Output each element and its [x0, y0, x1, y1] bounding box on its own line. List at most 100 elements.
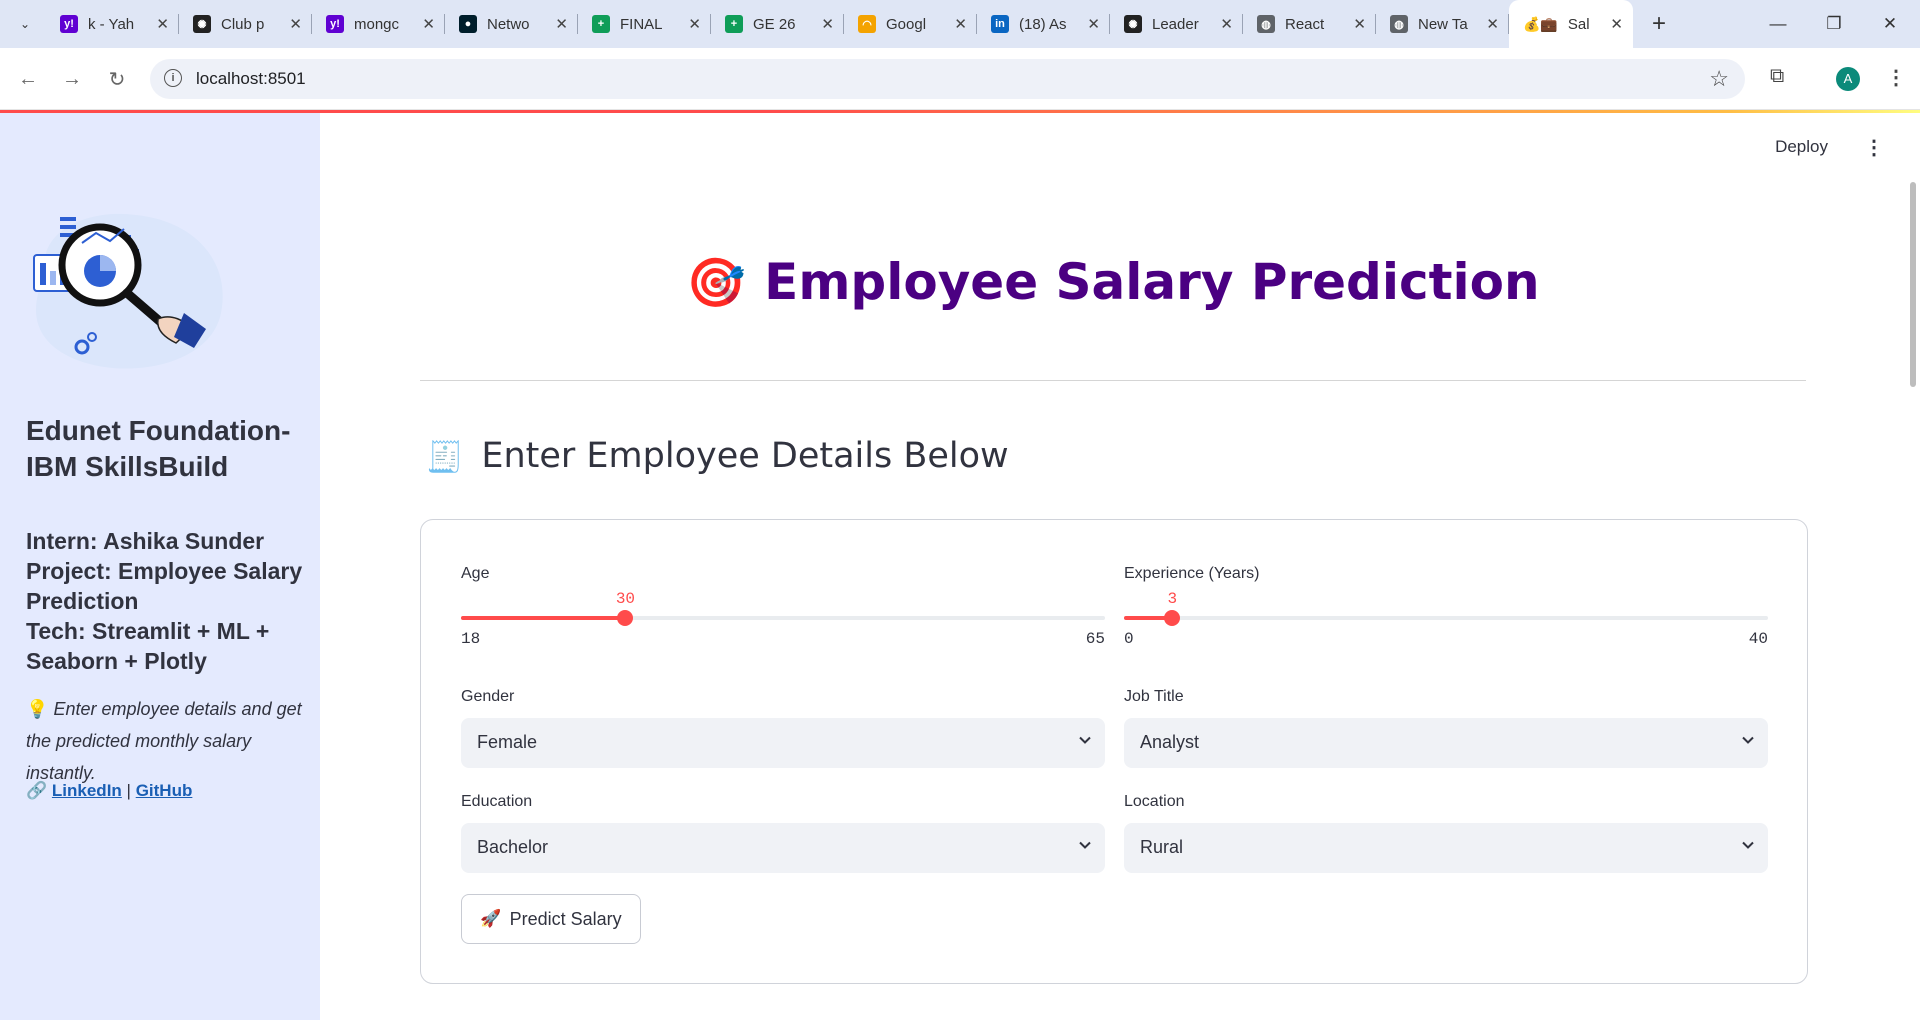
tab-7[interactable]: in (18) As ✕ — [977, 0, 1110, 48]
profile-avatar[interactable]: A — [1836, 67, 1860, 91]
tab-9[interactable]: ◍ React ✕ — [1243, 0, 1376, 48]
tab-title: Club p — [221, 15, 265, 33]
github-link[interactable]: GitHub — [136, 781, 193, 800]
address-bar[interactable]: i localhost:8501 ☆ — [150, 59, 1745, 99]
close-icon[interactable]: ✕ — [1087, 15, 1100, 33]
tab-title: Googl — [886, 15, 927, 33]
close-window-button[interactable]: ✕ — [1862, 0, 1918, 48]
tab-4[interactable]: + FINAL ✕ — [578, 0, 711, 48]
minimize-button[interactable]: — — [1750, 0, 1806, 48]
tab-0[interactable]: y! k - Yah ✕ — [46, 0, 179, 48]
chevron-down-icon — [1079, 841, 1091, 849]
age-slider-min: 18 — [461, 630, 481, 648]
browser-toolbar: ← → ↻ i localhost:8501 ☆ ⧉ ⋮ — [0, 48, 1920, 110]
openai-icon: ✺ — [1124, 15, 1142, 33]
rainbow-icon: ◠ — [858, 15, 876, 33]
experience-slider-track[interactable] — [1124, 610, 1768, 626]
age-slider-track[interactable] — [461, 610, 1105, 626]
tab-2[interactable]: y! mongc ✕ — [312, 0, 445, 48]
education-select[interactable]: Bachelor — [461, 823, 1105, 873]
section-subheader: 🧾 Enter Employee Details Below — [426, 436, 1009, 476]
close-icon[interactable]: ✕ — [555, 15, 568, 33]
tab-10[interactable]: ◍ New Ta ✕ — [1376, 0, 1509, 48]
close-icon[interactable]: ✕ — [1220, 15, 1233, 33]
tab-5[interactable]: + GE 26 ✕ — [711, 0, 844, 48]
sidebar-links: 🔗 LinkedIn | GitHub — [26, 781, 192, 801]
browser-menu-icon[interactable]: ⋮ — [1886, 65, 1906, 90]
age-slider-thumb[interactable] — [617, 610, 634, 626]
close-icon[interactable]: ✕ — [954, 15, 967, 33]
tab-title: Netwo — [487, 15, 530, 33]
forward-button[interactable]: → — [58, 65, 86, 93]
job-title-label: Job Title — [1124, 688, 1184, 705]
tab-title: New Ta — [1418, 15, 1468, 33]
job-title-select-value: Analyst — [1140, 732, 1200, 752]
site-info-icon[interactable]: i — [164, 69, 182, 87]
close-icon[interactable]: ✕ — [422, 15, 435, 33]
close-icon[interactable]: ✕ — [1353, 15, 1366, 33]
url-text[interactable]: localhost:8501 — [196, 69, 306, 89]
page-title: 🎯 Employee Salary Prediction — [420, 253, 1806, 311]
globe-icon: ◍ — [1390, 15, 1408, 33]
app-menu-icon[interactable]: ⋮ — [1864, 135, 1884, 160]
sidebar: Edunet Foundation-IBM SkillsBuild Intern… — [0, 113, 320, 1020]
experience-slider-min: 0 — [1124, 630, 1134, 648]
close-icon[interactable]: ✕ — [1610, 15, 1623, 33]
yahoo-icon: y! — [326, 15, 344, 33]
gender-select[interactable]: Female — [461, 718, 1105, 768]
browser-tab-strip: ⌄ y! k - Yah ✕ ✺ Club p ✕ y! mongc ✕ ● Netwo ✕ + FINA… — [0, 0, 1920, 48]
tab-8[interactable]: ✺ Leader ✕ — [1110, 0, 1243, 48]
tab-title: Leader — [1152, 15, 1199, 33]
tab-title: GE 26 — [753, 15, 796, 33]
close-icon[interactable]: ✕ — [156, 15, 169, 33]
sidebar-tip-text: Enter employee details and get the predi… — [26, 699, 302, 783]
tab-title: k - Yah — [88, 15, 135, 33]
chevron-down-icon — [1742, 736, 1754, 744]
education-label: Education — [461, 793, 533, 810]
close-icon[interactable]: ✕ — [289, 15, 302, 33]
money-bag-icon: 💰💼 — [1523, 15, 1558, 32]
deploy-button[interactable]: Deploy — [1775, 137, 1828, 157]
sidebar-org-title: Edunet Foundation-IBM SkillsBuild — [26, 415, 291, 482]
location-select[interactable]: Rural — [1124, 823, 1768, 873]
section-subheader-text: Enter Employee Details Below — [481, 436, 1009, 476]
page-title-text: Employee Salary Prediction — [764, 253, 1540, 311]
rocket-icon: 🚀 — [480, 909, 502, 928]
tab-active[interactable]: 💰💼 Sal ✕ — [1509, 0, 1633, 48]
age-label: Age — [461, 565, 490, 582]
close-icon[interactable]: ✕ — [688, 15, 701, 33]
tab-search-button[interactable]: ⌄ — [12, 11, 38, 37]
job-title-select[interactable]: Analyst — [1124, 718, 1768, 768]
back-button[interactable]: ← — [14, 65, 42, 93]
predict-salary-button[interactable]: 🚀 Predict Salary — [461, 894, 641, 944]
sidebar-project-info: Intern: Ashika Sunder Project: Employee … — [26, 526, 316, 676]
sheets-icon: + — [592, 15, 610, 33]
experience-slider[interactable]: 3 0 40 — [1124, 590, 1768, 648]
extensions-icon[interactable]: ⧉ — [1770, 65, 1784, 88]
chevron-down-icon — [1079, 736, 1091, 744]
experience-slider-max: 40 — [1748, 630, 1768, 648]
gender-select-value: Female — [477, 732, 538, 752]
chevron-down-icon — [1742, 841, 1754, 849]
linkedin-link[interactable]: LinkedIn — [52, 781, 122, 800]
close-icon[interactable]: ✕ — [1486, 15, 1499, 33]
sidebar-intern: Intern: Ashika Sunder — [26, 528, 265, 554]
tab-title: (18) As — [1019, 15, 1067, 33]
reload-button[interactable]: ↻ — [103, 65, 131, 93]
tab-6[interactable]: ◠ Googl ✕ — [844, 0, 977, 48]
experience-slider-thumb[interactable] — [1164, 610, 1181, 626]
tab-list: y! k - Yah ✕ ✺ Club p ✕ y! mongc ✕ ● Netwo ✕ + FINAL ✕… — [46, 0, 1509, 48]
tab-title: FINAL — [620, 15, 663, 33]
globe-icon: ◍ — [1257, 15, 1275, 33]
bookmark-star-icon[interactable]: ☆ — [1709, 66, 1729, 92]
page-scrollbar[interactable] — [1910, 182, 1916, 387]
sheets-icon: + — [725, 15, 743, 33]
tab-1[interactable]: ✺ Club p ✕ — [179, 0, 312, 48]
tab-3[interactable]: ● Netwo ✕ — [445, 0, 578, 48]
age-slider[interactable]: 30 18 65 — [461, 590, 1105, 648]
restore-button[interactable]: ❐ — [1806, 0, 1862, 48]
sidebar-project: Project: Employee Salary Prediction — [26, 558, 303, 614]
new-tab-button[interactable]: + — [1641, 6, 1677, 42]
close-icon[interactable]: ✕ — [821, 15, 834, 33]
mongodb-icon: ● — [459, 15, 477, 33]
